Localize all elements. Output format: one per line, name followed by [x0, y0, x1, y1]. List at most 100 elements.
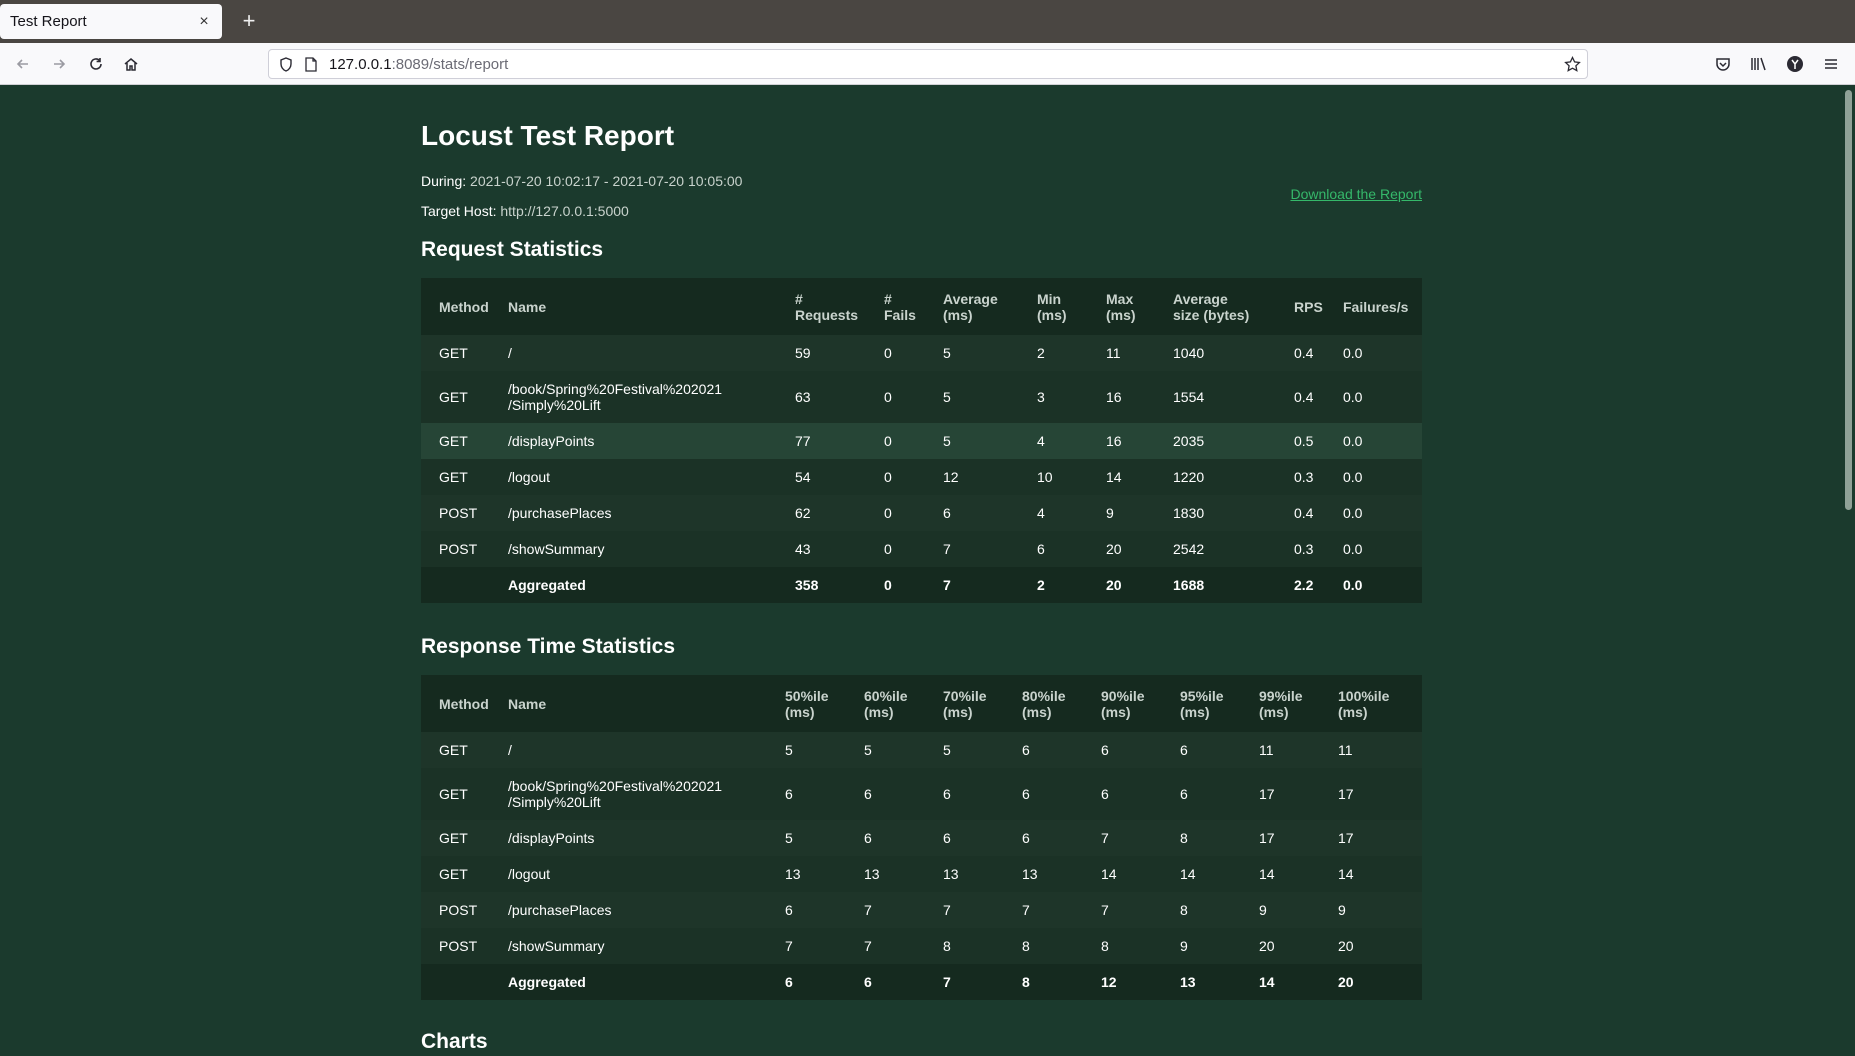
value-cell: 17 [1338, 830, 1354, 846]
aggregated-value: 7 [943, 974, 951, 990]
response-time-statistics-body: GET / 5 5 5 6 6 6 11 11 GET/book/Spring%20Festival… [421, 732, 1422, 964]
table-row: GET/book/Spring%20Festival%202021/Simply… [421, 768, 1422, 820]
method-cell: GET [439, 866, 468, 882]
new-tab-button[interactable]: + [236, 8, 262, 34]
column-header: Max (ms) [1106, 290, 1136, 323]
aggregated-value: 0.0 [1343, 577, 1363, 593]
tab-test-report[interactable]: Test Report × [0, 4, 222, 39]
page-scrollbar[interactable] [1841, 86, 1855, 1056]
value-cell: 63 [795, 389, 811, 405]
value-cell: 4 [1037, 505, 1045, 521]
during-value: 2021-07-20 10:02:17 - 2021-07-20 10:05:0… [470, 173, 743, 189]
back-button[interactable] [10, 51, 36, 77]
value-cell: 12 [943, 469, 959, 485]
value-cell: 8 [1101, 938, 1109, 954]
value-cell: 11 [1338, 742, 1353, 758]
name-cell: /showSummary [508, 938, 605, 954]
value-cell: 20 [1338, 938, 1354, 954]
name-cell: /showSummary [508, 541, 605, 557]
column-header: 95%ile (ms) [1180, 687, 1224, 720]
download-report-link[interactable]: Download the Report [1290, 186, 1422, 202]
url-path: :8089/stats/report [391, 56, 509, 73]
value-cell: 0.0 [1343, 345, 1363, 361]
shield-icon [280, 57, 292, 72]
tab-close-icon[interactable]: × [196, 13, 212, 31]
table-row: GET/displayPoints 77 0 5 4 16 2035 0.5 0.0 [421, 423, 1422, 459]
url-text: 127.0.0.1:8089/stats/report [329, 56, 508, 73]
page-icon [305, 57, 317, 72]
account-button[interactable] [1782, 51, 1808, 77]
table-row: GET/book/Spring%20Festival%202021/Simply… [421, 371, 1422, 423]
value-cell: 8 [943, 938, 951, 954]
column-header: # Fails [884, 290, 916, 323]
name-cell: /book/Spring%20Festival%202021/Simply%20… [508, 778, 723, 810]
value-cell: 0 [884, 433, 892, 449]
method-cell: POST [439, 541, 478, 557]
method-cell: GET [439, 389, 468, 405]
reload-button[interactable] [83, 51, 109, 77]
name-cell: /book/Spring%20Festival%202021/Simply%20… [508, 381, 723, 413]
method-cell: GET [439, 433, 468, 449]
aggregated-value [421, 964, 490, 1000]
target-host-label: Target Host: [421, 203, 497, 219]
table-row: GET/logout 13 13 13 13 14 14 14 14 [421, 856, 1422, 892]
forward-button[interactable] [46, 51, 72, 77]
method-cell: POST [439, 505, 478, 521]
aggregated-value: 1688 [1173, 577, 1205, 593]
value-cell: 7 [785, 938, 793, 954]
value-cell: 5 [864, 742, 872, 758]
back-arrow-icon [16, 59, 28, 69]
aggregated-label: Aggregated [508, 974, 586, 990]
account-avatar-icon [1787, 56, 1803, 72]
value-cell: 4 [1037, 433, 1045, 449]
value-cell: 2 [1037, 345, 1045, 361]
value-cell: 7 [943, 902, 951, 918]
value-cell: 13 [943, 866, 959, 882]
address-bar[interactable]: 127.0.0.1:8089/stats/report [268, 49, 1588, 79]
value-cell: 1554 [1173, 389, 1205, 405]
menu-button[interactable] [1818, 51, 1844, 77]
response-time-statistics-header: Method Name 50%ile (ms) 60%ile (ms) 70%ile (ms)… [421, 675, 1422, 732]
response-time-statistics-title: Response Time Statistics [421, 635, 676, 658]
method-cell: GET [439, 345, 468, 361]
value-cell: 6 [1022, 786, 1030, 802]
home-icon [124, 58, 138, 71]
value-cell: 0.3 [1294, 469, 1314, 485]
scrollbar-thumb[interactable] [1845, 90, 1852, 510]
aggregated-value: 7 [943, 577, 951, 593]
column-header: Min (ms) [1037, 290, 1067, 323]
reload-icon [90, 58, 102, 70]
table-row: POST/showSummary 7 7 8 8 8 9 20 20 [421, 928, 1422, 964]
bookmark-star-icon[interactable] [1564, 56, 1581, 73]
value-cell: 5 [785, 830, 793, 846]
value-cell: 13 [1022, 866, 1038, 882]
library-button[interactable] [1746, 51, 1772, 77]
value-cell: 43 [795, 541, 811, 557]
table-row: POST/showSummary 43 0 7 6 20 2542 0.3 0.0 [421, 531, 1422, 567]
pocket-icon [1716, 58, 1730, 71]
value-cell: 6 [1101, 786, 1109, 802]
value-cell: 6 [785, 786, 793, 802]
table-row: GET / 59 0 5 2 11 1040 0.4 0.0 [421, 335, 1422, 371]
value-cell: 6 [785, 902, 793, 918]
charts-title: Charts [421, 1030, 488, 1053]
value-cell: 7 [864, 938, 872, 954]
request-statistics-footer: Aggregated 358 0 7 2 20 1688 2.2 0.0 [421, 567, 1422, 603]
method-cell: GET [439, 742, 468, 758]
aggregated-value: 2.2 [1294, 577, 1314, 593]
value-cell: 20 [1106, 541, 1122, 557]
value-cell: 7 [1022, 902, 1030, 918]
library-icon [1751, 57, 1766, 71]
aggregated-row: Aggregated 358 0 7 2 20 1688 2.2 0.0 [421, 567, 1422, 603]
value-cell: 11 [1259, 742, 1274, 758]
value-cell: 11 [1106, 345, 1121, 361]
value-cell: 6 [1180, 742, 1188, 758]
column-header: Failures/s [1343, 298, 1409, 315]
value-cell: 13 [864, 866, 880, 882]
column-header: Average size (bytes) [1173, 290, 1250, 323]
pocket-button[interactable] [1710, 51, 1736, 77]
value-cell: 8 [1022, 938, 1030, 954]
home-button[interactable] [118, 51, 144, 77]
column-header: RPS [1294, 298, 1323, 315]
column-header: 90%ile (ms) [1101, 687, 1145, 720]
